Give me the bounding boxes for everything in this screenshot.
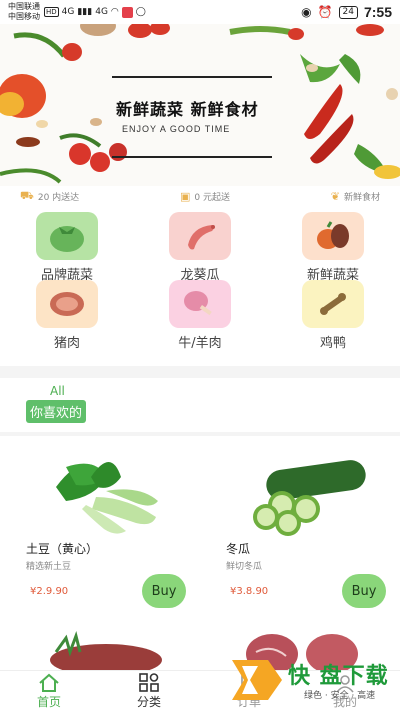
watermark-brand: 快 盘下载 bbox=[288, 664, 389, 689]
feature-delivery: ⛟ 20 内送达 bbox=[20, 189, 79, 204]
category-beef-lamb[interactable]: 牛/羊肉 bbox=[160, 280, 240, 351]
status-bar: 中国联通 中国移动 HD 4G ▮▮▮ 4G ◠ ◯ ◉ ⏰ 24 7:55 bbox=[0, 0, 400, 24]
banner-subtitle: ENJOY A GOOD TIME bbox=[122, 124, 231, 134]
buy-button[interactable]: Buy bbox=[342, 574, 386, 608]
recommend-section-header: All 你喜欢的 bbox=[0, 378, 400, 432]
truck-icon: ⛟ bbox=[20, 188, 34, 202]
drumstick-icon bbox=[169, 280, 231, 328]
hero-banner[interactable]: 新鲜蔬菜 新鲜食材 ENJOY A GOOD TIME bbox=[0, 24, 400, 186]
alarm-icon: ⏰ bbox=[317, 5, 333, 19]
sausage-icon bbox=[169, 212, 231, 260]
product-card[interactable] bbox=[26, 622, 176, 672]
product-card[interactable]: 土豆（黄心） 精选新土豆 ¥2.9.90 Buy bbox=[26, 446, 186, 608]
banner-text-card: 新鲜蔬菜 新鲜食材 ENJOY A GOOD TIME bbox=[112, 76, 272, 180]
product-image-bok-choy bbox=[26, 446, 176, 538]
banner-title: 新鲜蔬菜 新鲜食材 bbox=[116, 100, 259, 119]
banner-rule-top bbox=[112, 76, 272, 78]
banner-rule-bottom bbox=[112, 156, 272, 158]
category-pork[interactable]: 猪肉 bbox=[27, 280, 107, 351]
tab-category[interactable]: 分类 bbox=[124, 673, 174, 710]
watermark: 快 盘下载 绿色 · 安全 · 高速 bbox=[228, 656, 398, 706]
wifi-icon: ◠ bbox=[110, 7, 119, 17]
clock: 7:55 bbox=[363, 4, 392, 20]
product-image-meat bbox=[26, 622, 176, 672]
steak-icon bbox=[36, 280, 98, 328]
product-price: ¥3.8.90 bbox=[230, 586, 269, 597]
leaf-icon: ❦ bbox=[330, 189, 340, 203]
category-label: 牛/羊肉 bbox=[178, 336, 222, 351]
product-price: ¥2.9.90 bbox=[30, 586, 69, 597]
feature-label: 0 元起送 bbox=[194, 192, 230, 203]
carrier-1: 中国联通 bbox=[8, 2, 40, 11]
tab-home[interactable]: 首页 bbox=[24, 673, 74, 710]
app-notification-icon bbox=[121, 6, 133, 18]
bone-icon bbox=[302, 280, 364, 328]
product-description: 鲜切冬瓜 bbox=[226, 562, 263, 572]
home-icon bbox=[39, 673, 59, 692]
product-name: 冬瓜 bbox=[226, 542, 251, 556]
battery-indicator: 24 bbox=[338, 5, 358, 19]
grid-icon bbox=[139, 673, 159, 692]
service-features: ⛟ 20 内送达 ▣ 0 元起送 ❦ 新鲜食材 bbox=[0, 186, 400, 206]
feature-label: 20 内送达 bbox=[37, 192, 80, 203]
category-label: 猪肉 bbox=[53, 336, 80, 351]
product-card[interactable]: 冬瓜 鲜切冬瓜 ¥3.8.90 Buy bbox=[226, 446, 386, 608]
category-brand-vegetables[interactable]: 品牌蔬菜 bbox=[27, 212, 107, 283]
category-grid: 品牌蔬菜 龙葵瓜 新鲜蔬菜 猪肉 牛/羊肉 鸡鸭 bbox=[0, 206, 400, 366]
tab-category-label: 分类 bbox=[136, 695, 161, 709]
tab-all[interactable]: All bbox=[50, 384, 65, 398]
category-label: 鸡鸭 bbox=[319, 336, 346, 351]
tab-you-like[interactable]: 你喜欢的 bbox=[26, 400, 87, 423]
network-1: 4G bbox=[61, 7, 75, 17]
carrier-2: 中国移动 bbox=[8, 12, 40, 21]
watermark-logo-icon bbox=[232, 660, 282, 700]
eye-icon: ◉ bbox=[301, 5, 312, 19]
product-description: 精选新土豆 bbox=[26, 562, 72, 572]
tab-home-label: 首页 bbox=[36, 695, 61, 709]
product-name: 土豆（黄心） bbox=[26, 542, 99, 556]
network-2: 4G bbox=[95, 7, 108, 17]
wallet-icon: ▣ bbox=[179, 189, 191, 203]
product-image-cucumber bbox=[226, 446, 376, 538]
hd-badge-1: HD bbox=[44, 7, 59, 17]
tomato-icon bbox=[36, 212, 98, 260]
buy-button[interactable]: Buy bbox=[142, 574, 186, 608]
signal-icon: ▮▮▮ bbox=[77, 7, 93, 17]
vegetables-icon bbox=[302, 212, 364, 260]
product-list: 土豆（黄心） 精选新土豆 ¥2.9.90 Buy 冬瓜 鲜切冬瓜 ¥3.8.90… bbox=[0, 436, 400, 686]
watermark-slogan: 绿色 · 安全 · 高速 bbox=[304, 691, 376, 701]
category-longkui[interactable]: 龙葵瓜 bbox=[160, 212, 240, 283]
feature-min-order: ▣ 0 元起送 bbox=[180, 190, 230, 203]
feature-label: 新鲜食材 bbox=[343, 192, 380, 203]
category-fresh-vegetables[interactable]: 新鲜蔬菜 bbox=[293, 212, 373, 283]
chat-icon: ◯ bbox=[135, 7, 146, 17]
feature-fresh: ❦ 新鲜食材 bbox=[331, 190, 380, 203]
category-poultry[interactable]: 鸡鸭 bbox=[293, 280, 373, 351]
